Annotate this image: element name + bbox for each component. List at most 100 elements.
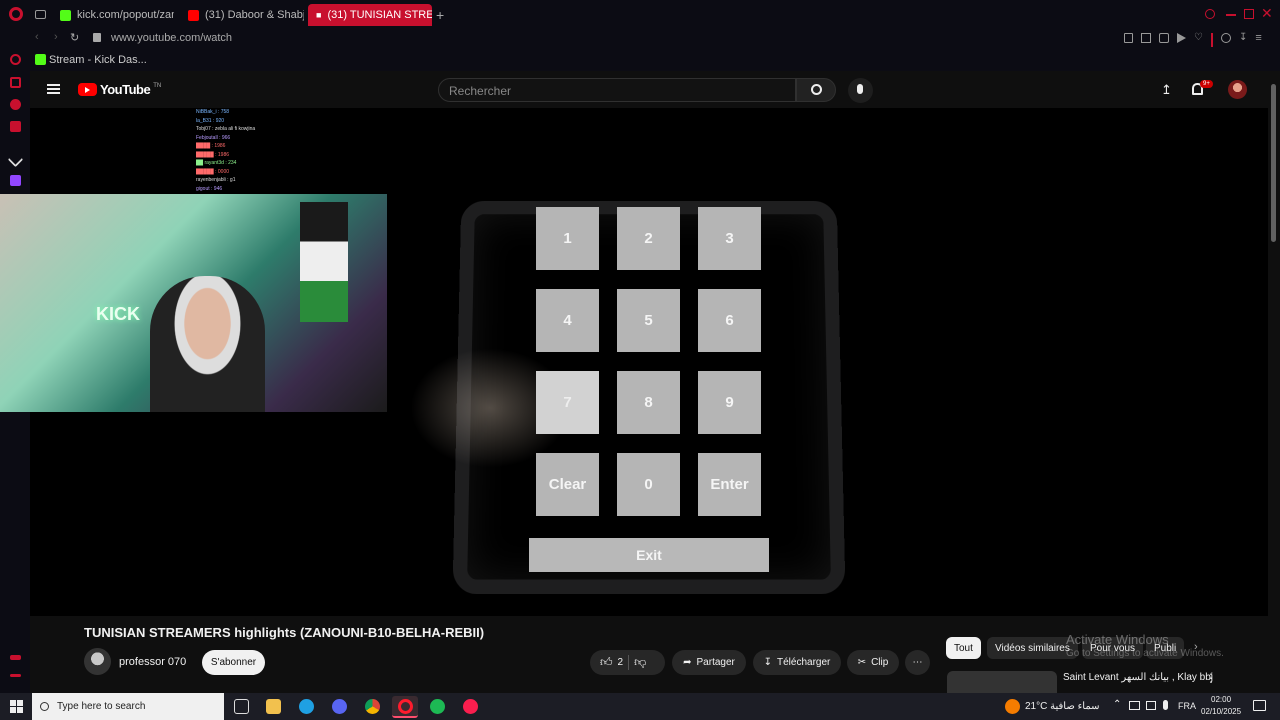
clock-date[interactable]: 02/10/2025 bbox=[1201, 707, 1241, 716]
reload-icon[interactable]: ↻ bbox=[70, 31, 79, 44]
channel-name[interactable]: professor 070 bbox=[119, 656, 186, 668]
chip-all[interactable]: Tout bbox=[946, 637, 981, 659]
keypad-key-8[interactable]: 8 bbox=[617, 371, 680, 434]
clock-time[interactable]: 02:00 bbox=[1211, 695, 1231, 704]
keypad-exit-button[interactable]: Exit bbox=[529, 538, 769, 572]
keypad-key-enter[interactable]: Enter bbox=[698, 453, 761, 516]
opera-logo-icon[interactable] bbox=[9, 7, 23, 21]
like-dislike-group: 👍︎ 2 👎︎ bbox=[590, 650, 665, 675]
chat-line: ████ : 1986 bbox=[196, 143, 226, 149]
edge-icon[interactable] bbox=[299, 699, 314, 714]
language-indicator[interactable]: FRA bbox=[1178, 701, 1196, 711]
chat-line: NiBBak_i : 758 bbox=[196, 109, 230, 115]
keypad-key-0[interactable]: 0 bbox=[617, 453, 680, 516]
heart-icon[interactable]: ♡ bbox=[1194, 33, 1203, 45]
keypad-key-1[interactable]: 1 bbox=[536, 207, 599, 270]
like-button[interactable]: 👍︎ 2 bbox=[600, 655, 623, 670]
more-actions-button[interactable]: ⋯ bbox=[905, 650, 930, 675]
more-horizontal-icon: ⋯ bbox=[912, 657, 923, 668]
forward-icon[interactable]: › bbox=[54, 31, 58, 43]
file-explorer-icon[interactable] bbox=[266, 699, 281, 714]
tab-daboor[interactable]: (31) Daboor & Shabjdeed bbox=[180, 4, 304, 26]
tray-chevron-icon[interactable]: ⌃ bbox=[1113, 699, 1121, 710]
discord-icon[interactable] bbox=[332, 699, 347, 714]
pin-rail-icon[interactable] bbox=[7, 151, 24, 168]
network-icon[interactable] bbox=[1129, 701, 1140, 710]
pin-icon[interactable] bbox=[1124, 33, 1133, 43]
new-tab-button[interactable]: + bbox=[436, 7, 444, 23]
bookmark-kick-dashboard[interactable]: Stream - Kick Das... bbox=[49, 54, 147, 66]
keypad-key-2[interactable]: 2 bbox=[617, 207, 680, 270]
search-tabs-icon[interactable] bbox=[1205, 9, 1215, 19]
keypad-key-7[interactable]: 7 bbox=[536, 371, 599, 434]
voice-search-button[interactable] bbox=[848, 78, 873, 103]
youtube-logo[interactable]: YouTube TN bbox=[78, 82, 161, 97]
recommendation-title[interactable]: Saint Levant بيانك السهر , Klay bbj bbox=[1063, 672, 1213, 683]
recommendation-more-icon[interactable]: ⋮ bbox=[1205, 671, 1217, 685]
tab-workspace-icon[interactable] bbox=[35, 10, 46, 19]
twitch-icon[interactable] bbox=[10, 175, 21, 186]
menu-icon[interactable]: ≡ bbox=[1255, 33, 1261, 45]
chat-line: Tobj07 : zebla ali fi kowjina bbox=[196, 126, 256, 132]
chip-similar-videos[interactable]: Vidéos similaires bbox=[987, 637, 1078, 659]
account-icon[interactable] bbox=[1220, 33, 1231, 43]
tab-label: kick.com/popout/zanouni bbox=[77, 9, 174, 21]
share-label: Partager bbox=[696, 657, 735, 668]
close-window-button[interactable]: ✕ bbox=[1261, 5, 1273, 22]
tab-kick[interactable]: kick.com/popout/zanouni bbox=[52, 4, 174, 26]
opera-gx-icon[interactable] bbox=[463, 699, 478, 714]
chat-line: la_B31 : 920 bbox=[196, 117, 225, 124]
download-button[interactable]: ↧ Télécharger bbox=[753, 650, 841, 675]
scrollbar-thumb[interactable] bbox=[1271, 84, 1276, 242]
speaker-icon[interactable] bbox=[1146, 701, 1156, 710]
task-view-icon[interactable] bbox=[234, 699, 249, 714]
share-button[interactable]: ➦ Partager bbox=[672, 650, 746, 675]
keypad-key-9[interactable]: 9 bbox=[698, 371, 761, 434]
bookmarks-bar: Stream - Kick Das... bbox=[0, 49, 1280, 71]
maximize-button[interactable] bbox=[1244, 9, 1254, 19]
keypad-key-clear[interactable]: Clear bbox=[536, 453, 599, 516]
tab-tunisian-streamers[interactable]: ■ (31) TUNISIAN STREA bbox=[308, 4, 432, 26]
thumbs-down-icon[interactable]: 👎︎ bbox=[634, 655, 646, 670]
keypad-key-5[interactable]: 5 bbox=[617, 289, 680, 352]
spotify-icon[interactable] bbox=[430, 699, 445, 714]
opera-logo-icon bbox=[398, 699, 413, 714]
keypad-key-4[interactable]: 4 bbox=[536, 289, 599, 352]
keypad-key-6[interactable]: 6 bbox=[698, 289, 761, 352]
streamer-figure bbox=[150, 276, 265, 412]
minimize-button[interactable] bbox=[1226, 14, 1236, 16]
microphone-icon[interactable] bbox=[1163, 700, 1168, 710]
avatar[interactable] bbox=[1228, 80, 1247, 99]
more-rail-icon[interactable] bbox=[10, 674, 21, 677]
search-button[interactable] bbox=[796, 78, 836, 102]
aria-icon[interactable] bbox=[10, 54, 21, 65]
youtube-rail-icon[interactable] bbox=[10, 121, 21, 132]
chrome-icon[interactable] bbox=[365, 699, 380, 714]
messenger-icon[interactable] bbox=[10, 99, 21, 110]
search-input[interactable]: Rechercher bbox=[438, 78, 796, 102]
clip-button[interactable]: ✂ Clip bbox=[847, 650, 899, 675]
settings-rail-icon[interactable] bbox=[10, 655, 21, 660]
taskbar-search-box[interactable]: Type here to search bbox=[32, 693, 224, 720]
download-icon[interactable]: ↧ bbox=[1239, 33, 1247, 45]
kick-neon-sign: KICK bbox=[96, 304, 140, 324]
recommendation-thumbnail[interactable] bbox=[947, 671, 1057, 693]
browser-tab-bar: kick.com/popout/zanouni (31) Daboor & Sh… bbox=[0, 0, 1280, 29]
weather-text[interactable]: 21°C سماء صافية bbox=[1025, 701, 1100, 712]
kick-favicon-icon bbox=[60, 9, 71, 21]
hamburger-menu-icon[interactable] bbox=[47, 84, 60, 94]
snapshot-icon[interactable] bbox=[1141, 33, 1151, 43]
subscribe-button[interactable]: S'abonner bbox=[202, 650, 265, 675]
like-count: 2 bbox=[617, 657, 624, 668]
windows-start-icon[interactable] bbox=[10, 700, 23, 713]
player-icon[interactable] bbox=[1177, 33, 1186, 43]
shield-icon[interactable] bbox=[1159, 33, 1169, 43]
notification-center-icon[interactable] bbox=[1253, 700, 1266, 711]
bag-icon[interactable] bbox=[10, 77, 21, 88]
url-field[interactable]: www.youtube.com/watch bbox=[111, 32, 232, 44]
channel-avatar[interactable] bbox=[84, 648, 111, 675]
back-icon[interactable]: ‹ bbox=[35, 31, 39, 43]
divider bbox=[628, 655, 630, 670]
create-icon[interactable]: ↥ bbox=[1161, 82, 1172, 98]
keypad-key-3[interactable]: 3 bbox=[698, 207, 761, 270]
